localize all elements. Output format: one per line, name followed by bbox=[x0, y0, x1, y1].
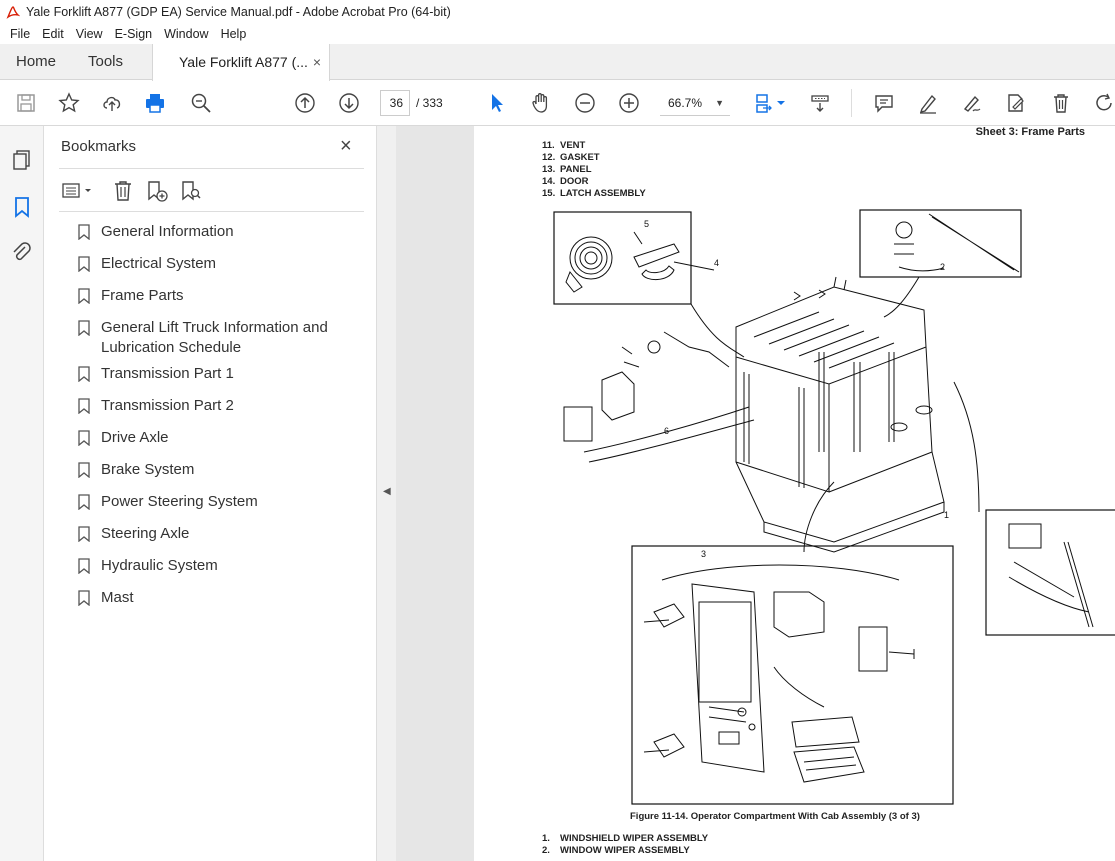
zoom-search-icon[interactable] bbox=[189, 91, 213, 115]
zoom-in-icon[interactable] bbox=[617, 91, 641, 115]
zoom-level-value: 66.7% bbox=[668, 96, 703, 110]
new-bookmark-icon[interactable] bbox=[145, 179, 169, 203]
bookmark-icon bbox=[78, 320, 90, 336]
bookmark-item[interactable]: Mast bbox=[75, 588, 365, 608]
tab-bar: Home Tools Yale Forklift A877 (... × bbox=[0, 44, 1115, 81]
tab-document-label: Yale Forklift A877 (... bbox=[179, 54, 308, 70]
bookmark-item[interactable]: Power Steering System bbox=[75, 492, 365, 512]
bookmarks-panel: Bookmarks × General Information Electric… bbox=[45, 126, 376, 861]
save-icon[interactable] bbox=[14, 91, 38, 115]
panel-splitter[interactable]: ◀ bbox=[376, 126, 396, 861]
bookmark-icon bbox=[78, 590, 90, 606]
acrobat-logo-icon bbox=[6, 6, 20, 19]
menu-help[interactable]: Help bbox=[215, 27, 253, 41]
collapse-panel-icon[interactable]: ◀ bbox=[383, 486, 391, 497]
page-thumbnails-icon[interactable] bbox=[10, 148, 34, 172]
find-bookmark-icon[interactable] bbox=[179, 179, 203, 203]
pdf-page: Sheet 3: Frame Parts 11. VENT 12. GASKET 1… bbox=[474, 126, 1115, 861]
bookmark-icon bbox=[78, 224, 90, 240]
figure-caption: Figure 11-14. Operator Compartment With … bbox=[630, 811, 920, 822]
zoom-out-icon[interactable] bbox=[573, 91, 597, 115]
bookmark-item[interactable]: Electrical System bbox=[75, 254, 365, 274]
comment-icon[interactable] bbox=[872, 91, 896, 115]
callout-label: 3 bbox=[701, 549, 706, 559]
bookmark-icon bbox=[78, 462, 90, 478]
star-icon[interactable] bbox=[57, 91, 81, 115]
bookmark-icon bbox=[78, 288, 90, 304]
attachments-icon[interactable] bbox=[10, 241, 34, 265]
cloud-upload-icon[interactable] bbox=[100, 91, 124, 115]
bookmark-item[interactable]: Transmission Part 1 bbox=[75, 364, 365, 384]
rotate-icon[interactable] bbox=[1092, 91, 1115, 115]
callout-label: 5 bbox=[644, 219, 649, 229]
highlight-pen-icon[interactable] bbox=[916, 91, 940, 115]
exploded-parts-drawing: 1 2 3 4 5 6 bbox=[553, 209, 1115, 805]
bookmark-item[interactable]: Drive Axle bbox=[75, 428, 365, 448]
bookmarks-toolbar bbox=[59, 168, 364, 212]
edit-pdf-icon[interactable] bbox=[1004, 91, 1028, 115]
delete-bookmark-icon[interactable] bbox=[111, 179, 135, 203]
page-total: / 333 bbox=[416, 96, 443, 110]
bookmark-item[interactable]: Transmission Part 2 bbox=[75, 396, 365, 416]
bookmark-icon bbox=[78, 526, 90, 542]
sign-icon[interactable] bbox=[960, 91, 984, 115]
parts-legend-bottom: 1. WINDSHIELD WIPER ASSEMBLY 2. WINDOW WIP… bbox=[542, 833, 708, 857]
toolbar: 36 / 333 66.7% ▼ bbox=[0, 81, 1115, 126]
hand-tool-icon[interactable] bbox=[529, 91, 553, 115]
chevron-down-icon: ▼ bbox=[715, 98, 724, 108]
print-icon[interactable] bbox=[143, 91, 167, 115]
bookmark-item[interactable]: Brake System bbox=[75, 460, 365, 480]
bookmark-icon bbox=[78, 398, 90, 414]
bookmarks-title: Bookmarks bbox=[61, 138, 137, 155]
fit-options-chevron-icon[interactable] bbox=[775, 91, 787, 115]
callout-label: 6 bbox=[664, 426, 669, 436]
delete-icon[interactable] bbox=[1049, 91, 1073, 115]
page-number-input[interactable]: 36 bbox=[380, 90, 410, 116]
callout-label: 2 bbox=[940, 262, 945, 272]
legend-item: 1. WINDSHIELD WIPER ASSEMBLY bbox=[542, 833, 709, 844]
window-title: Yale Forklift A877 (GDP EA) Service Manu… bbox=[26, 5, 451, 19]
bookmark-item[interactable]: Steering Axle bbox=[75, 524, 365, 544]
title-bar: Yale Forklift A877 (GDP EA) Service Manu… bbox=[0, 0, 1115, 24]
bookmark-item[interactable]: Frame Parts bbox=[75, 286, 365, 306]
select-cursor-icon[interactable] bbox=[485, 91, 509, 115]
menu-esign[interactable]: E-Sign bbox=[109, 27, 159, 41]
bookmark-icon bbox=[78, 494, 90, 510]
tab-document[interactable]: Yale Forklift A877 (... × bbox=[152, 44, 330, 81]
menu-bar: File Edit View E-Sign Window Help bbox=[0, 24, 1115, 44]
tab-tools[interactable]: Tools bbox=[88, 44, 123, 80]
close-panel-icon[interactable]: × bbox=[340, 135, 352, 158]
callout-label: 1 bbox=[944, 510, 949, 520]
close-tab-icon[interactable]: × bbox=[313, 44, 321, 80]
left-rail bbox=[0, 126, 44, 861]
menu-edit[interactable]: Edit bbox=[36, 27, 70, 41]
toolbar-separator bbox=[851, 89, 852, 117]
scroll-mode-icon[interactable] bbox=[808, 91, 832, 115]
menu-view[interactable]: View bbox=[70, 27, 109, 41]
previous-page-icon[interactable] bbox=[293, 91, 317, 115]
zoom-level-select[interactable]: 66.7% ▼ bbox=[660, 90, 730, 116]
bookmark-icon bbox=[78, 558, 90, 574]
callout-label: 4 bbox=[714, 258, 719, 268]
menu-window[interactable]: Window bbox=[158, 27, 214, 41]
bookmark-item[interactable]: Hydraulic System bbox=[75, 556, 365, 576]
tab-home[interactable]: Home bbox=[16, 44, 56, 80]
document-viewer[interactable]: Sheet 3: Frame Parts 11. VENT 12. GASKET 1… bbox=[396, 126, 1115, 861]
bookmark-icon bbox=[78, 366, 90, 382]
bookmark-item[interactable]: General Lift Truck Information and Lubri… bbox=[75, 318, 365, 358]
next-page-icon[interactable] bbox=[337, 91, 361, 115]
legend-item: 2. WINDOW WIPER ASSEMBLY bbox=[542, 845, 690, 856]
menu-file[interactable]: File bbox=[4, 27, 36, 41]
fit-page-icon[interactable] bbox=[752, 91, 776, 115]
bookmark-panel-icon[interactable] bbox=[10, 195, 34, 219]
bookmark-list: General Information Electrical System Fr… bbox=[75, 222, 365, 620]
options-menu-icon[interactable] bbox=[61, 179, 95, 203]
bookmark-icon bbox=[78, 430, 90, 446]
bookmark-item[interactable]: General Information bbox=[75, 222, 365, 242]
bookmark-icon bbox=[78, 256, 90, 272]
